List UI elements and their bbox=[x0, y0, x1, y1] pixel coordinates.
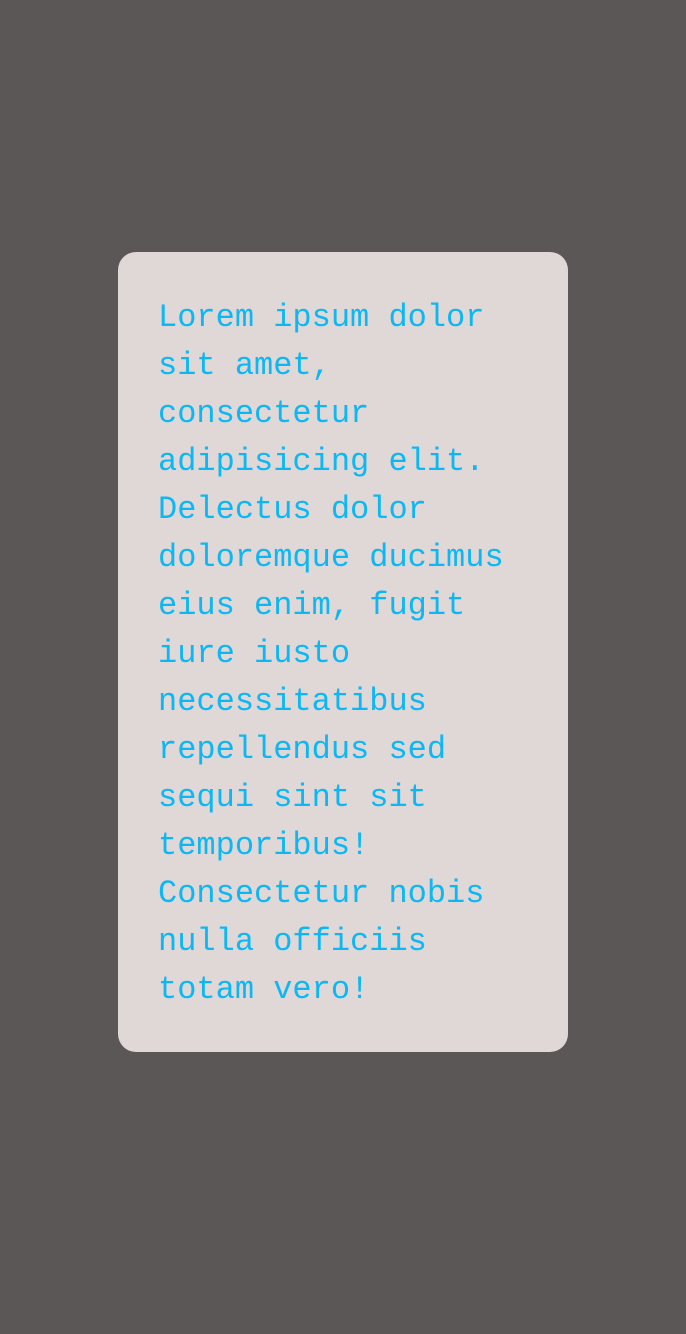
page-background: Lorem ipsum dolor sit amet, consectetur … bbox=[0, 0, 686, 1334]
text-card: Lorem ipsum dolor sit amet, consectetur … bbox=[118, 252, 568, 1052]
card-paragraph: Lorem ipsum dolor sit amet, consectetur … bbox=[158, 299, 504, 1008]
